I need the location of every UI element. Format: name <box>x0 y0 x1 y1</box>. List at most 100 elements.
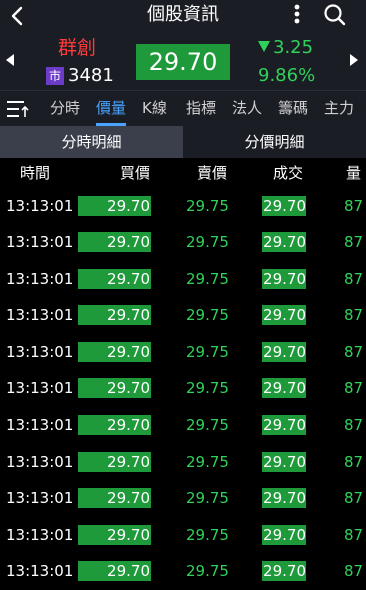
row-time: 13:13:01 <box>6 453 74 471</box>
col-time: 時間 <box>20 164 51 182</box>
row-volume: 87 <box>344 453 364 471</box>
table-row[interactable]: 13:13:01 29.70 29.75 29.70 87 <box>0 553 366 589</box>
row-ask: 29.75 <box>186 343 229 361</box>
tab-indicators[interactable]: 指標 <box>186 99 216 117</box>
row-volume: 87 <box>344 562 364 580</box>
row-volume: 87 <box>344 526 364 544</box>
row-trade: 29.70 <box>262 305 306 325</box>
row-bid: 29.70 <box>78 561 151 581</box>
row-time: 13:13:01 <box>6 379 74 397</box>
col-volume: 量 <box>346 164 362 182</box>
row-ask: 29.75 <box>186 379 229 397</box>
subtab-price-detail[interactable]: 分價明細 <box>183 126 366 158</box>
row-bid: 29.70 <box>78 305 151 325</box>
price-change: 3.25 <box>258 38 313 58</box>
row-volume: 87 <box>344 233 364 251</box>
row-ask: 29.75 <box>186 416 229 434</box>
row-trade: 29.70 <box>262 525 306 545</box>
row-volume: 87 <box>344 416 364 434</box>
col-bid: 買價 <box>120 164 151 182</box>
row-bid: 29.70 <box>78 452 151 472</box>
row-ask: 29.75 <box>186 306 229 324</box>
tab-price-volume[interactable]: 價量 <box>96 99 126 117</box>
row-ask: 29.75 <box>186 562 229 580</box>
row-bid: 29.70 <box>78 342 151 362</box>
table-row[interactable]: 13:13:01 29.70 29.75 29.70 87 <box>0 480 366 516</box>
col-ask: 賣價 <box>197 164 228 182</box>
search-icon <box>324 4 346 26</box>
row-time: 13:13:01 <box>6 489 74 507</box>
row-ask: 29.75 <box>186 453 229 471</box>
row-time: 13:13:01 <box>6 197 74 215</box>
row-ask: 29.75 <box>186 270 229 288</box>
tab-intraday[interactable]: 分時 <box>50 99 80 117</box>
tab-chips[interactable]: 籌碼 <box>278 99 308 117</box>
more-vertical-icon <box>294 4 300 24</box>
price-change-percent: 9.86% <box>258 65 316 86</box>
tab-bar: 分時 價量 K線 指標 法人 籌碼 主力 <box>0 90 366 126</box>
row-volume: 87 <box>344 197 364 215</box>
row-bid: 29.70 <box>78 232 151 252</box>
row-volume: 87 <box>344 489 364 507</box>
row-bid: 29.70 <box>78 196 151 216</box>
row-time: 13:13:01 <box>6 233 74 251</box>
row-volume: 87 <box>344 343 364 361</box>
row-trade: 29.70 <box>262 232 306 252</box>
col-trade: 成交 <box>273 164 304 182</box>
row-bid: 29.70 <box>78 488 151 508</box>
row-ask: 29.75 <box>186 197 229 215</box>
stock-name: 群創 <box>58 37 97 59</box>
menu-sort-icon <box>7 101 29 117</box>
row-bid: 29.70 <box>78 378 151 398</box>
stock-code: 3481 <box>68 65 114 86</box>
table-row[interactable]: 13:13:01 29.70 29.75 29.70 87 <box>0 517 366 553</box>
next-stock-icon[interactable] <box>350 54 358 66</box>
row-volume: 87 <box>344 306 364 324</box>
row-trade: 29.70 <box>262 415 306 435</box>
row-trade: 29.70 <box>262 378 306 398</box>
tab-institutional[interactable]: 法人 <box>232 99 262 117</box>
down-triangle-icon <box>258 41 270 52</box>
search-button[interactable] <box>318 0 352 32</box>
top-bar: 個股資訊 <box>0 0 366 32</box>
tab-kline[interactable]: K線 <box>142 99 167 117</box>
table-row[interactable]: 13:13:01 29.70 29.75 29.70 87 <box>0 444 366 480</box>
row-trade: 29.70 <box>262 196 306 216</box>
row-ask: 29.75 <box>186 526 229 544</box>
table-row[interactable]: 13:13:01 29.70 29.75 29.70 87 <box>0 334 366 370</box>
row-volume: 87 <box>344 379 364 397</box>
row-time: 13:13:01 <box>6 416 74 434</box>
table-row[interactable]: 13:13:01 29.70 29.75 29.70 87 <box>0 224 366 260</box>
row-ask: 29.75 <box>186 489 229 507</box>
row-time: 13:13:01 <box>6 343 74 361</box>
row-time: 13:13:01 <box>6 526 74 544</box>
prev-stock-icon[interactable] <box>6 54 14 66</box>
row-bid: 29.70 <box>78 415 151 435</box>
row-bid: 29.70 <box>78 525 151 545</box>
stock-header: 群創 市 3481 29.70 3.25 9.86% <box>0 32 366 90</box>
row-trade: 29.70 <box>262 269 306 289</box>
price-change-value: 3.25 <box>273 37 314 58</box>
table-row[interactable]: 13:13:01 29.70 29.75 29.70 87 <box>0 297 366 333</box>
row-trade: 29.70 <box>262 561 306 581</box>
row-time: 13:13:01 <box>6 306 74 324</box>
row-time: 13:13:01 <box>6 562 74 580</box>
row-trade: 29.70 <box>262 452 306 472</box>
table-header: 時間 買價 賣價 成交 量 <box>0 158 366 188</box>
row-time: 13:13:01 <box>6 270 74 288</box>
table-row[interactable]: 13:13:01 29.70 29.75 29.70 87 <box>0 370 366 406</box>
row-ask: 29.75 <box>186 233 229 251</box>
row-trade: 29.70 <box>262 342 306 362</box>
table-row[interactable]: 13:13:01 29.70 29.75 29.70 87 <box>0 407 366 443</box>
page-title: 個股資訊 <box>147 4 219 25</box>
more-button[interactable] <box>285 0 309 32</box>
tab-main-force[interactable]: 主力 <box>324 99 354 117</box>
sub-tabs: 分時明細 分價明細 <box>0 126 366 158</box>
menu-sort-button[interactable] <box>6 99 30 119</box>
table-row[interactable]: 13:13:01 29.70 29.75 29.70 87 <box>0 188 366 224</box>
market-badge: 市 <box>46 67 64 85</box>
row-volume: 87 <box>344 270 364 288</box>
row-trade: 29.70 <box>262 488 306 508</box>
table-row[interactable]: 13:13:01 29.70 29.75 29.70 87 <box>0 261 366 297</box>
subtab-time-detail[interactable]: 分時明細 <box>0 126 183 158</box>
